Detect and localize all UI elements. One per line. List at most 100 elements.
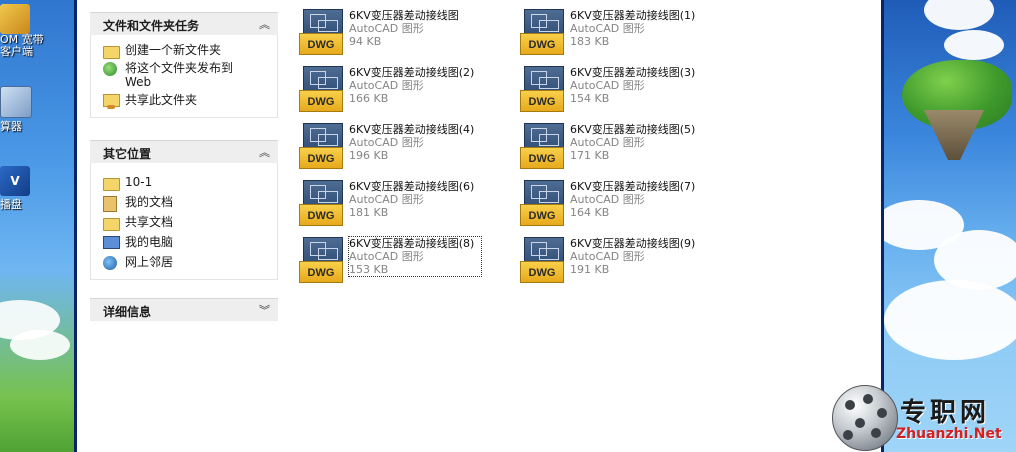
file-size: 183 KB [570, 35, 610, 48]
file-size: 196 KB [349, 149, 389, 162]
file-type: AutoCAD 图形 [570, 79, 645, 92]
task-pane: 文件和文件夹任务 ︽ 创建一个新文件夹 将这个文件夹发布到 Web 共享此文件夹 [77, 0, 287, 452]
place-label: 共享文档 [125, 215, 174, 229]
dwg-file-icon: DWG [299, 9, 343, 55]
desktop-icon-media[interactable]: V 播盘 [0, 166, 60, 212]
details-group: 详细信息 ︾ [90, 298, 278, 321]
cloud [10, 330, 70, 360]
file-folder-tasks-group: 文件和文件夹任务 ︽ 创建一个新文件夹 将这个文件夹发布到 Web 共享此文件夹 [90, 12, 278, 118]
file-meta: 6KV变压器差动接线图(6) AutoCAD 图形 181 KB [349, 180, 481, 219]
file-name: 6KV变压器差动接线图(7) [570, 180, 696, 193]
publish-web-icon [103, 62, 119, 76]
expand-chevron-icon[interactable]: ︾ [259, 302, 270, 318]
file-size: 94 KB [349, 35, 382, 48]
task-label: 共享此文件夹 [125, 93, 198, 107]
file-size: 153 KB [349, 263, 389, 276]
file-name: 6KV变压器差动接线图 [349, 9, 459, 22]
file-item-selected[interactable]: DWG 6KV变压器差动接线图(8) AutoCAD 图形 153 KB [299, 234, 499, 286]
file-type: AutoCAD 图形 [570, 193, 645, 206]
file-item[interactable]: DWG 6KV变压器差动接线图(6) AutoCAD 图形 181 KB [299, 177, 499, 229]
file-meta: 6KV变压器差动接线图(5) AutoCAD 图形 171 KB [570, 123, 702, 162]
file-name: 6KV变压器差动接线图(1) [570, 9, 696, 22]
place-label: 10-1 [125, 175, 153, 189]
place-network-places[interactable]: 网上邻居 [103, 255, 277, 270]
dwg-file-icon: DWG [299, 123, 343, 169]
share-folder-icon [103, 94, 120, 109]
group-header[interactable]: 文件和文件夹任务 ︽ [90, 12, 278, 35]
explorer-window: 文件和文件夹任务 ︽ 创建一个新文件夹 将这个文件夹发布到 Web 共享此文件夹 [74, 0, 884, 452]
file-type: AutoCAD 图形 [349, 22, 424, 35]
group-header[interactable]: 其它位置 ︽ [90, 140, 278, 163]
cloud [924, 0, 994, 30]
group-header[interactable]: 详细信息 ︾ [90, 298, 278, 321]
file-name: 6KV变压器差动接线图(3) [570, 66, 696, 79]
file-item[interactable]: DWG 6KV变压器差动接线图 AutoCAD 图形 94 KB [299, 6, 499, 58]
dwg-file-icon: DWG [520, 237, 564, 283]
shared-documents-icon [103, 216, 120, 231]
file-meta: 6KV变压器差动接线图(4) AutoCAD 图形 196 KB [349, 123, 481, 162]
cloud [944, 30, 1004, 60]
file-meta: 6KV变压器差动接线图(7) AutoCAD 图形 164 KB [570, 180, 702, 219]
file-type: AutoCAD 图形 [349, 193, 424, 206]
watermark-logo-ball-icon [832, 385, 898, 451]
file-name: 6KV变压器差动接线图(4) [349, 123, 475, 136]
group-body: 10-1 我的文档 共享文档 我的电脑 网上邻居 [90, 163, 278, 280]
file-item[interactable]: DWG 6KV变压器差动接线图(1) AutoCAD 图形 183 KB [520, 6, 720, 58]
file-item[interactable]: DWG 6KV变压器差动接线图(5) AutoCAD 图形 171 KB [520, 120, 720, 172]
group-title: 文件和文件夹任务 [103, 19, 200, 33]
watermark-text-cn: 专职网 [900, 398, 991, 428]
task-label: 将这个文件夹发布到 Web [125, 61, 234, 89]
file-size: 166 KB [349, 92, 389, 105]
task-publish-web[interactable]: 将这个文件夹发布到 Web [103, 61, 277, 89]
network-places-icon [103, 256, 119, 270]
place-my-documents[interactable]: 我的文档 [103, 195, 277, 212]
file-item[interactable]: DWG 6KV变压器差动接线图(2) AutoCAD 图形 166 KB [299, 63, 499, 115]
calculator-icon [0, 86, 32, 118]
task-new-folder[interactable]: 创建一个新文件夹 [103, 43, 277, 59]
file-size: 191 KB [570, 263, 610, 276]
file-name: 6KV变压器差动接线图(6) [349, 180, 475, 193]
watermark-text-en: Zhuanzhi.Net [896, 426, 1002, 442]
file-item[interactable]: DWG 6KV变压器差动接线图(7) AutoCAD 图形 164 KB [520, 177, 720, 229]
dwg-file-icon: DWG [520, 9, 564, 55]
desktop-icon-label: OM 宽带 客户端 [0, 33, 44, 58]
dwg-file-icon: DWG [520, 123, 564, 169]
desktop-background-left: OM 宽带 客户端 算器 V 播盘 [0, 0, 74, 452]
file-item[interactable]: DWG 6KV变压器差动接线图(9) AutoCAD 图形 191 KB [520, 234, 720, 286]
other-places-group: 其它位置 ︽ 10-1 我的文档 共享文档 我的电脑 网上邻居 [90, 140, 278, 280]
collapse-chevron-icon[interactable]: ︽ [259, 144, 270, 160]
file-name: 6KV变压器差动接线图(9) [570, 237, 696, 250]
desktop-icon-broadband[interactable]: OM 宽带 客户端 [0, 4, 60, 58]
desktop-icon-label: 播盘 [0, 198, 22, 211]
file-item[interactable]: DWG 6KV变压器差动接线图(3) AutoCAD 图形 154 KB [520, 63, 720, 115]
media-icon: V [0, 166, 30, 196]
file-meta: 6KV变压器差动接线图(8) AutoCAD 图形 153 KB [348, 236, 482, 277]
place-label: 网上邻居 [125, 255, 174, 269]
desktop-icon-calculator[interactable]: 算器 [0, 86, 60, 134]
folder-icon [103, 176, 120, 191]
cloud [884, 280, 1016, 360]
group-body: 创建一个新文件夹 将这个文件夹发布到 Web 共享此文件夹 [90, 35, 278, 118]
file-name: 6KV变压器差动接线图(5) [570, 123, 696, 136]
place-my-computer[interactable]: 我的电脑 [103, 235, 277, 249]
my-documents-icon [103, 196, 119, 212]
task-label: 创建一个新文件夹 [125, 43, 222, 57]
file-name: 6KV变压器差动接线图(8) [349, 237, 475, 250]
new-folder-icon [103, 44, 120, 59]
place-shared-documents[interactable]: 共享文档 [103, 215, 277, 231]
file-type: AutoCAD 图形 [349, 136, 424, 149]
task-share-folder[interactable]: 共享此文件夹 [103, 93, 277, 109]
desktop-background-right [884, 0, 1016, 452]
place-label: 我的电脑 [125, 235, 174, 249]
file-item[interactable]: DWG 6KV变压器差动接线图(4) AutoCAD 图形 196 KB [299, 120, 499, 172]
dwg-file-icon: DWG [299, 237, 343, 283]
place-10-1[interactable]: 10-1 [103, 175, 277, 191]
file-size: 171 KB [570, 149, 610, 162]
file-type: AutoCAD 图形 [349, 79, 424, 92]
desktop-icon-label: 算器 [0, 120, 22, 133]
dwg-file-icon: DWG [520, 66, 564, 112]
file-size: 181 KB [349, 206, 389, 219]
collapse-chevron-icon[interactable]: ︽ [259, 16, 270, 32]
broadband-client-icon [0, 4, 30, 34]
file-type: AutoCAD 图形 [570, 250, 645, 263]
